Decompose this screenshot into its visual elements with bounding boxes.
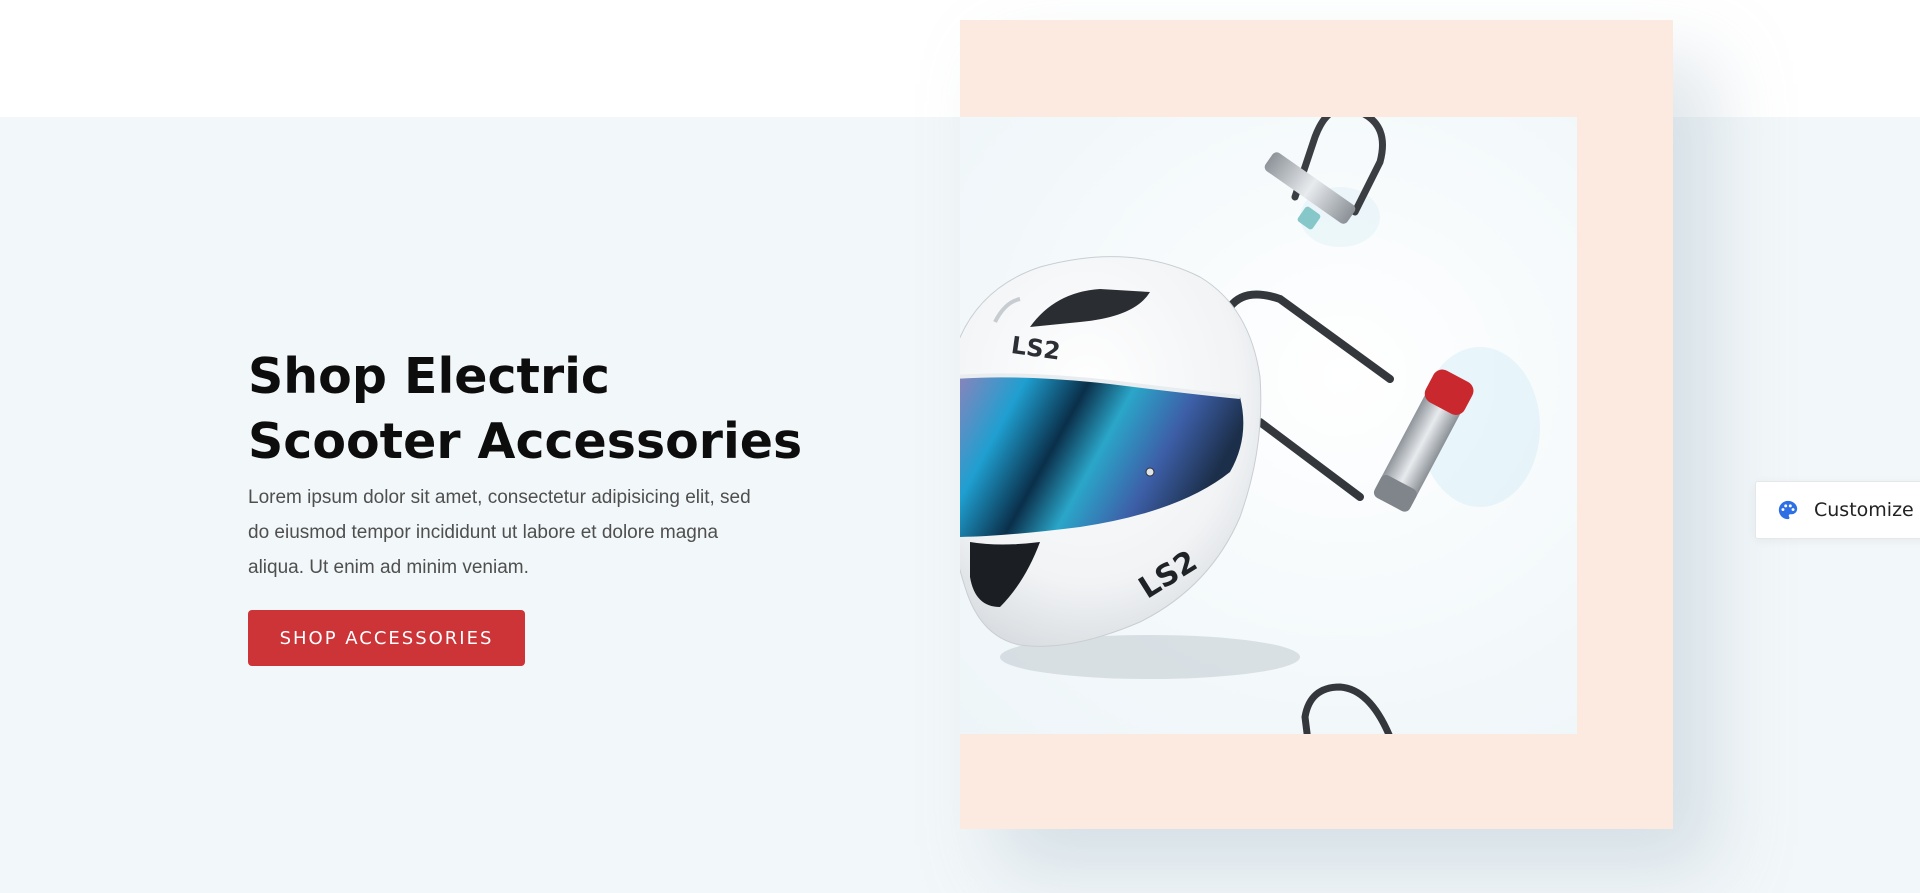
palette-icon: [1777, 499, 1799, 521]
page-title: Shop Electric Scooter Accessories: [248, 344, 848, 474]
customize-label: Customize: [1814, 499, 1914, 521]
hero-description: Lorem ipsum dolor sit amet, consectetur …: [248, 487, 751, 578]
product-image: LS2 LS2: [960, 117, 1577, 734]
title-line-1: Shop Electric: [248, 348, 610, 405]
title-line-2: Scooter Accessories: [248, 413, 803, 470]
customize-button[interactable]: Customize: [1755, 481, 1920, 539]
shop-accessories-button[interactable]: SHOP ACCESSORIES: [248, 610, 525, 666]
